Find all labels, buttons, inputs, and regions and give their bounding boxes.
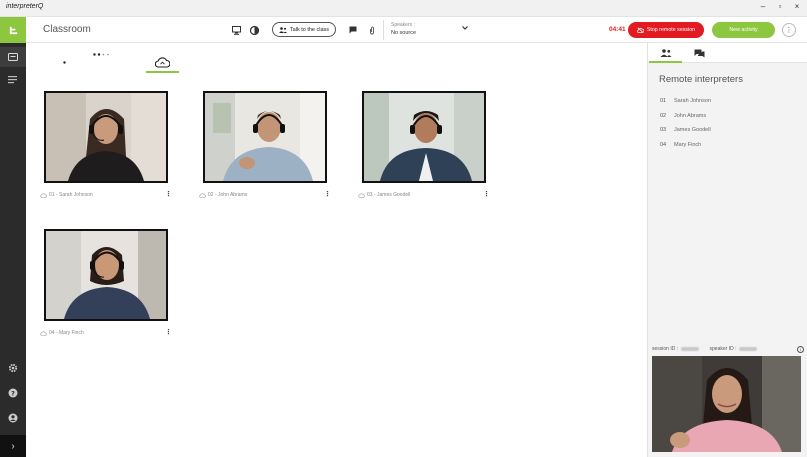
sidebar-expand-button[interactable]: ›	[0, 435, 26, 457]
session-info: session ID : speaker ID : i	[652, 346, 804, 355]
left-sidebar: ? ›	[0, 17, 26, 457]
tile-4-menu-button[interactable]: ⋮	[165, 328, 172, 336]
interpreter-item[interactable]: 04 Mary Finch	[660, 142, 711, 157]
window-titlebar: interpreterQ – ▫ ×	[0, 0, 807, 17]
tile-4-caption: 04 - Mary Finch	[40, 330, 84, 336]
user-icon	[8, 413, 18, 423]
tile-3-name: 03 - James Goodell	[367, 192, 411, 198]
session-id-value-redacted	[681, 346, 700, 351]
tile-1-caption: 01 - Sarah Johnson	[40, 192, 93, 198]
video-tile-3[interactable]	[362, 91, 486, 183]
chat-button[interactable]	[347, 24, 359, 36]
tile-2-menu-button[interactable]: ⋮	[324, 190, 331, 198]
more-options-button[interactable]: ⋮	[782, 23, 796, 37]
menu-icon	[8, 76, 17, 84]
video-feed-john	[205, 93, 325, 181]
paperclip-icon	[370, 26, 374, 34]
video-feed-james	[364, 93, 484, 181]
speaker-id-label: speaker ID :	[709, 346, 737, 352]
active-panel-tab-indicator	[649, 61, 682, 63]
dots-grid-icon	[93, 53, 109, 56]
speakers-label: Speakers :	[391, 22, 415, 28]
session-timer: 04:41	[609, 26, 626, 33]
talk-to-class-label: Talk to the class	[289, 26, 330, 33]
people-icon	[660, 49, 671, 57]
chat-icon	[349, 26, 357, 34]
tile-1-name: 01 - Sarah Johnson	[49, 192, 93, 198]
sidebar-item-classroom[interactable]	[0, 47, 26, 67]
active-tab-indicator	[146, 71, 179, 73]
tab-interpreters[interactable]	[649, 45, 682, 61]
session-id-label: session ID :	[652, 346, 679, 352]
close-button[interactable]: ×	[793, 2, 801, 11]
app-name: interpreterQ	[6, 3, 44, 10]
tile-3-menu-button[interactable]: ⋮	[483, 190, 490, 198]
interpreter-item[interactable]: 02 John Abrams	[660, 113, 711, 128]
remote-interpreters-title: Remote interpreters	[659, 74, 743, 85]
screen-share-button[interactable]	[230, 24, 242, 36]
attachment-button[interactable]	[366, 24, 378, 36]
right-panel-tabs	[648, 43, 807, 63]
gear-icon	[8, 363, 18, 373]
help-icon: ?	[8, 388, 18, 398]
tab-grid-view[interactable]	[90, 51, 114, 73]
right-panel: Remote interpreters 01 Sarah Johnson 02 Jo…	[647, 43, 807, 457]
cloud-icon	[358, 192, 365, 198]
interpreterq-logo-icon	[9, 26, 17, 34]
chevron-down-icon	[462, 26, 468, 30]
interpreter-item[interactable]: 01 Sarah Johnson	[660, 98, 711, 113]
tile-1-menu-button[interactable]: ⋮	[165, 190, 172, 198]
top-toolbar: Classroom Talk to the class Speakers : N…	[26, 17, 807, 43]
restore-button[interactable]: ▫	[776, 2, 784, 11]
tab-cloud-view[interactable]	[146, 51, 179, 73]
svg-text:?: ?	[11, 389, 15, 397]
shield-button[interactable]	[248, 24, 260, 36]
tile-3-caption: 03 - James Goodell	[358, 192, 410, 198]
people-icon	[278, 26, 287, 33]
minimize-button[interactable]: –	[759, 2, 767, 11]
app-logo[interactable]	[0, 17, 26, 43]
tab-dot-view[interactable]	[58, 51, 70, 73]
talk-to-class-button[interactable]: Talk to the class	[272, 22, 336, 37]
tile-4-name: 04 - Mary Finch	[49, 330, 84, 336]
speakers-value: No source	[391, 30, 417, 36]
page-title: Classroom	[43, 24, 91, 35]
video-feed-sarah	[46, 93, 166, 181]
screen-icon	[8, 52, 18, 61]
shield-icon	[249, 25, 259, 35]
sidebar-item-list[interactable]	[0, 70, 26, 90]
cloud-icon	[40, 192, 47, 198]
interpreter-item[interactable]: 03 James Goodell	[660, 127, 711, 142]
video-tile-4[interactable]	[44, 229, 168, 321]
monitor-icon	[231, 25, 241, 35]
info-icon[interactable]: i	[797, 346, 804, 353]
tile-2-caption: 02 - John Abrams	[199, 192, 247, 198]
cloud-icon	[199, 192, 206, 198]
video-tile-2[interactable]	[203, 91, 327, 183]
stop-cloud-icon	[637, 27, 644, 33]
speaker-id-value-redacted	[739, 346, 758, 351]
classroom-main: 01 - Sarah Johnson ⋮ 02 - John Abrams ⋮	[26, 43, 647, 457]
video-feed-speaker	[652, 356, 801, 452]
cloud-icon	[40, 330, 47, 336]
tab-chat[interactable]	[683, 45, 716, 61]
window-controls: – ▫ ×	[759, 2, 801, 11]
new-activity-button[interactable]: New activity	[712, 22, 775, 38]
sidebar-item-profile[interactable]	[0, 408, 26, 428]
stop-remote-session-button[interactable]: Stop remote session	[628, 22, 704, 38]
cloud-icon	[155, 56, 170, 68]
sidebar-item-settings[interactable]	[0, 358, 26, 378]
video-feed-mary	[46, 231, 166, 319]
video-tile-1[interactable]	[44, 91, 168, 183]
tile-2-name: 02 - John Abrams	[208, 192, 248, 198]
stop-remote-session-label: Stop remote session	[646, 27, 696, 33]
chat-icon	[694, 49, 705, 57]
dot-icon	[62, 60, 66, 64]
speaker-video[interactable]	[652, 356, 801, 452]
speakers-dropdown[interactable]: Speakers : No source	[383, 20, 469, 40]
sidebar-item-help[interactable]: ?	[0, 383, 26, 403]
interpreter-list: 01 Sarah Johnson 02 John Abrams 03 James Go…	[660, 98, 711, 156]
